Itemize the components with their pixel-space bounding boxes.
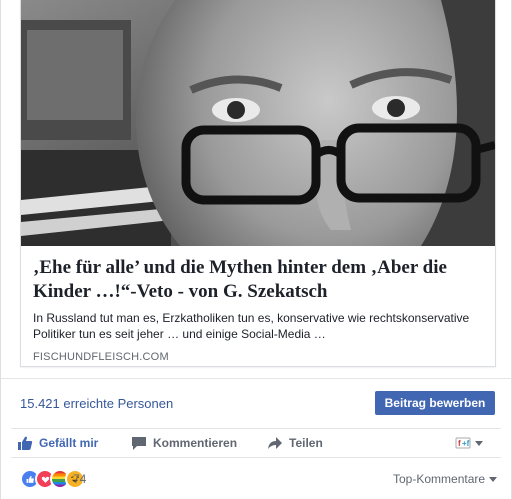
share-arrow-icon <box>268 437 282 449</box>
comment-icon <box>132 437 146 450</box>
like-button[interactable]: Gefällt mir <box>17 434 98 452</box>
reactions-summary: 74 Top-Kommentare <box>1 462 511 492</box>
link-preview-domain: FISCHUNDFLEISCH.COM <box>33 351 169 363</box>
comment-label: Kommentieren <box>153 436 238 450</box>
feed-post: ‚Ehe für alle’ und die Mythen hinter dem… <box>0 0 512 499</box>
like-label: Gefällt mir <box>39 436 99 450</box>
link-preview-card[interactable]: ‚Ehe für alle’ und die Mythen hinter dem… <box>20 0 496 367</box>
insights-bar: 15.421 erreichte Personen Beitrag bewerb… <box>1 378 511 429</box>
reaction-count[interactable]: 74 <box>73 472 86 486</box>
link-preview-image[interactable] <box>21 0 495 246</box>
share-button[interactable]: Teilen <box>267 434 323 452</box>
reach-count-link[interactable]: 15.421 erreichte Personen <box>20 396 173 411</box>
svg-text:+f: +f <box>462 439 470 448</box>
page-avatar-dropdown-icon: f +f <box>455 437 483 449</box>
comment-sort-label: Top-Kommentare <box>393 472 486 486</box>
link-preview-title[interactable]: ‚Ehe für alle’ und die Mythen hinter dem… <box>33 256 485 304</box>
svg-text:f: f <box>458 439 461 448</box>
comment-button[interactable]: Kommentieren <box>131 434 237 452</box>
link-preview-text: ‚Ehe für alle’ und die Mythen hinter dem… <box>33 256 485 363</box>
share-label: Teilen <box>289 436 323 450</box>
post-actions: Gefällt mir Kommentieren Teilen f +f <box>11 428 501 458</box>
post-as-page-selector[interactable]: f +f <box>455 434 491 452</box>
link-preview-description: In Russland tut man es, Erzkatholiken tu… <box>33 311 470 341</box>
portrait-photo <box>21 0 495 246</box>
thumbs-up-icon <box>18 436 33 450</box>
chevron-down-icon <box>489 476 498 482</box>
boost-post-button[interactable]: Beitrag bewerben <box>375 391 495 415</box>
comment-sort-dropdown[interactable]: Top-Kommentare <box>393 472 498 486</box>
